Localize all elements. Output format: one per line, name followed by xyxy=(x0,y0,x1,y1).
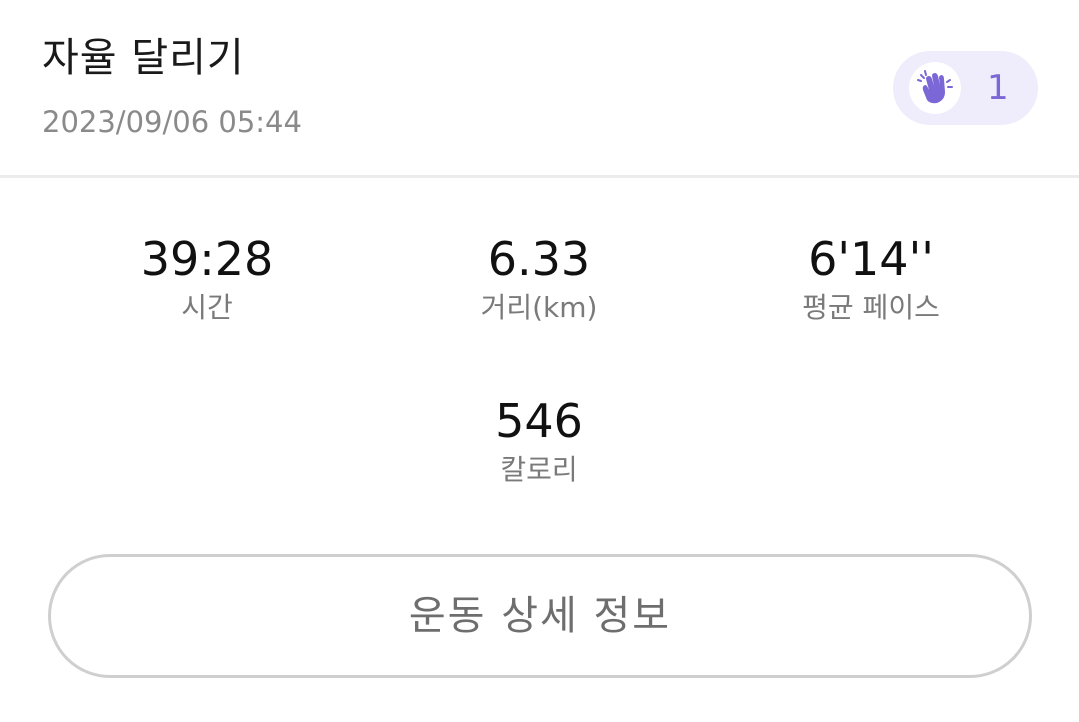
stat-pace: 6'14'' 평균 페이스 xyxy=(721,231,1021,325)
workout-date: 2023/09/06 05:44 xyxy=(42,105,302,139)
workout-header: 자율 달리기 2023/09/06 05:44 1 xyxy=(0,0,1079,178)
stat-distance-label: 거리(km) xyxy=(480,291,598,324)
stat-pace-label: 평균 페이스 xyxy=(802,291,940,324)
clapping-hands-icon xyxy=(909,62,961,114)
clap-button[interactable]: 1 xyxy=(893,51,1038,125)
workout-detail-label: 운동 상세 정보 xyxy=(408,593,672,639)
stat-calories-label: 칼로리 xyxy=(500,453,578,486)
stat-time-value: 39:28 xyxy=(140,232,274,286)
stat-time-label: 시간 xyxy=(181,291,233,324)
stat-pace-value: 6'14'' xyxy=(808,232,934,286)
workout-detail-button[interactable]: 운동 상세 정보 xyxy=(48,554,1032,678)
stat-calories-value: 546 xyxy=(495,394,583,448)
clap-count: 1 xyxy=(987,68,1009,108)
workout-summary-card: 자율 달리기 2023/09/06 05:44 1 39:28 시간 6.33 … xyxy=(0,0,1079,722)
stat-distance-value: 6.33 xyxy=(487,232,591,286)
workout-title: 자율 달리기 xyxy=(42,35,245,81)
stat-time: 39:28 시간 xyxy=(57,231,357,325)
stat-distance: 6.33 거리(km) xyxy=(389,231,689,325)
stat-calories: 546 칼로리 xyxy=(389,393,689,487)
